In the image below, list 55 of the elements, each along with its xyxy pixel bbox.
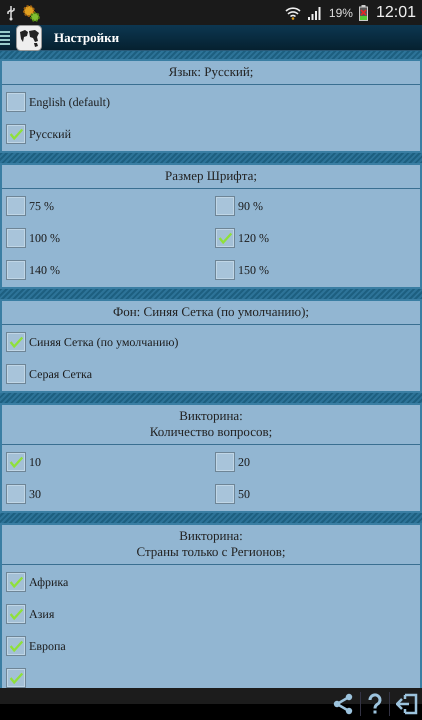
checkbox[interactable] xyxy=(215,452,235,472)
checkbox[interactable] xyxy=(6,364,26,384)
battery-percent: 19% xyxy=(328,6,353,20)
gears-icon xyxy=(22,4,40,22)
section-title: Язык: Русский; xyxy=(168,64,254,80)
option-label: Европа xyxy=(29,638,66,654)
checkbox[interactable] xyxy=(215,196,235,216)
section-title: Викторина: xyxy=(178,408,244,424)
option-label: Африка xyxy=(29,574,68,590)
option-label: 30 xyxy=(29,486,41,502)
section-title: Страны только с Регионов; xyxy=(135,544,287,560)
checkbox[interactable] xyxy=(6,124,26,144)
usb-icon xyxy=(6,4,16,20)
checkbox[interactable] xyxy=(6,228,26,248)
option-label: 150 % xyxy=(238,262,269,278)
option-label: 100 % xyxy=(29,230,60,246)
option-label: Азия xyxy=(29,606,54,622)
checkbox[interactable] xyxy=(6,668,26,688)
option-label: 75 % xyxy=(29,198,54,214)
menu-icon[interactable] xyxy=(0,28,10,46)
checkbox[interactable] xyxy=(6,92,26,112)
battery-icon xyxy=(358,4,368,20)
clock: 12:01 xyxy=(376,4,416,22)
screen-title: Настройки xyxy=(54,30,120,46)
option-label: 20 xyxy=(238,454,250,470)
wifi-icon xyxy=(284,6,301,20)
checkbox[interactable] xyxy=(6,484,26,504)
checkbox[interactable] xyxy=(6,332,26,352)
checkbox[interactable] xyxy=(215,228,235,248)
section-title: Викторина: xyxy=(178,528,244,544)
checkbox[interactable] xyxy=(6,572,26,592)
signal-icon xyxy=(306,6,323,20)
checkbox[interactable] xyxy=(6,452,26,472)
checkbox[interactable] xyxy=(6,196,26,216)
checkbox[interactable] xyxy=(215,484,235,504)
checkbox[interactable] xyxy=(6,604,26,624)
exit-icon[interactable] xyxy=(396,693,418,715)
option-label: Серая Сетка xyxy=(29,366,92,382)
option-label: Русский xyxy=(29,126,71,142)
option-label: 140 % xyxy=(29,262,60,278)
option-label: 90 % xyxy=(238,198,263,214)
share-icon[interactable] xyxy=(332,693,354,715)
world-map-icon[interactable] xyxy=(16,24,42,50)
option-label: English (default) xyxy=(29,94,110,110)
help-icon[interactable] xyxy=(367,693,383,715)
option-label: 120 % xyxy=(238,230,269,246)
section-title: Фон: Синяя Сетка (по умолчанию); xyxy=(112,304,310,320)
section-title: Количество вопросов; xyxy=(148,424,274,440)
option-label: 50 xyxy=(238,486,250,502)
checkbox[interactable] xyxy=(215,260,235,280)
checkbox[interactable] xyxy=(6,260,26,280)
option-label: Синяя Сетка (по умолчанию) xyxy=(29,334,178,350)
section-title: Размер Шрифта; xyxy=(164,168,258,184)
checkbox[interactable] xyxy=(6,636,26,656)
option-label: 10 xyxy=(29,454,41,470)
